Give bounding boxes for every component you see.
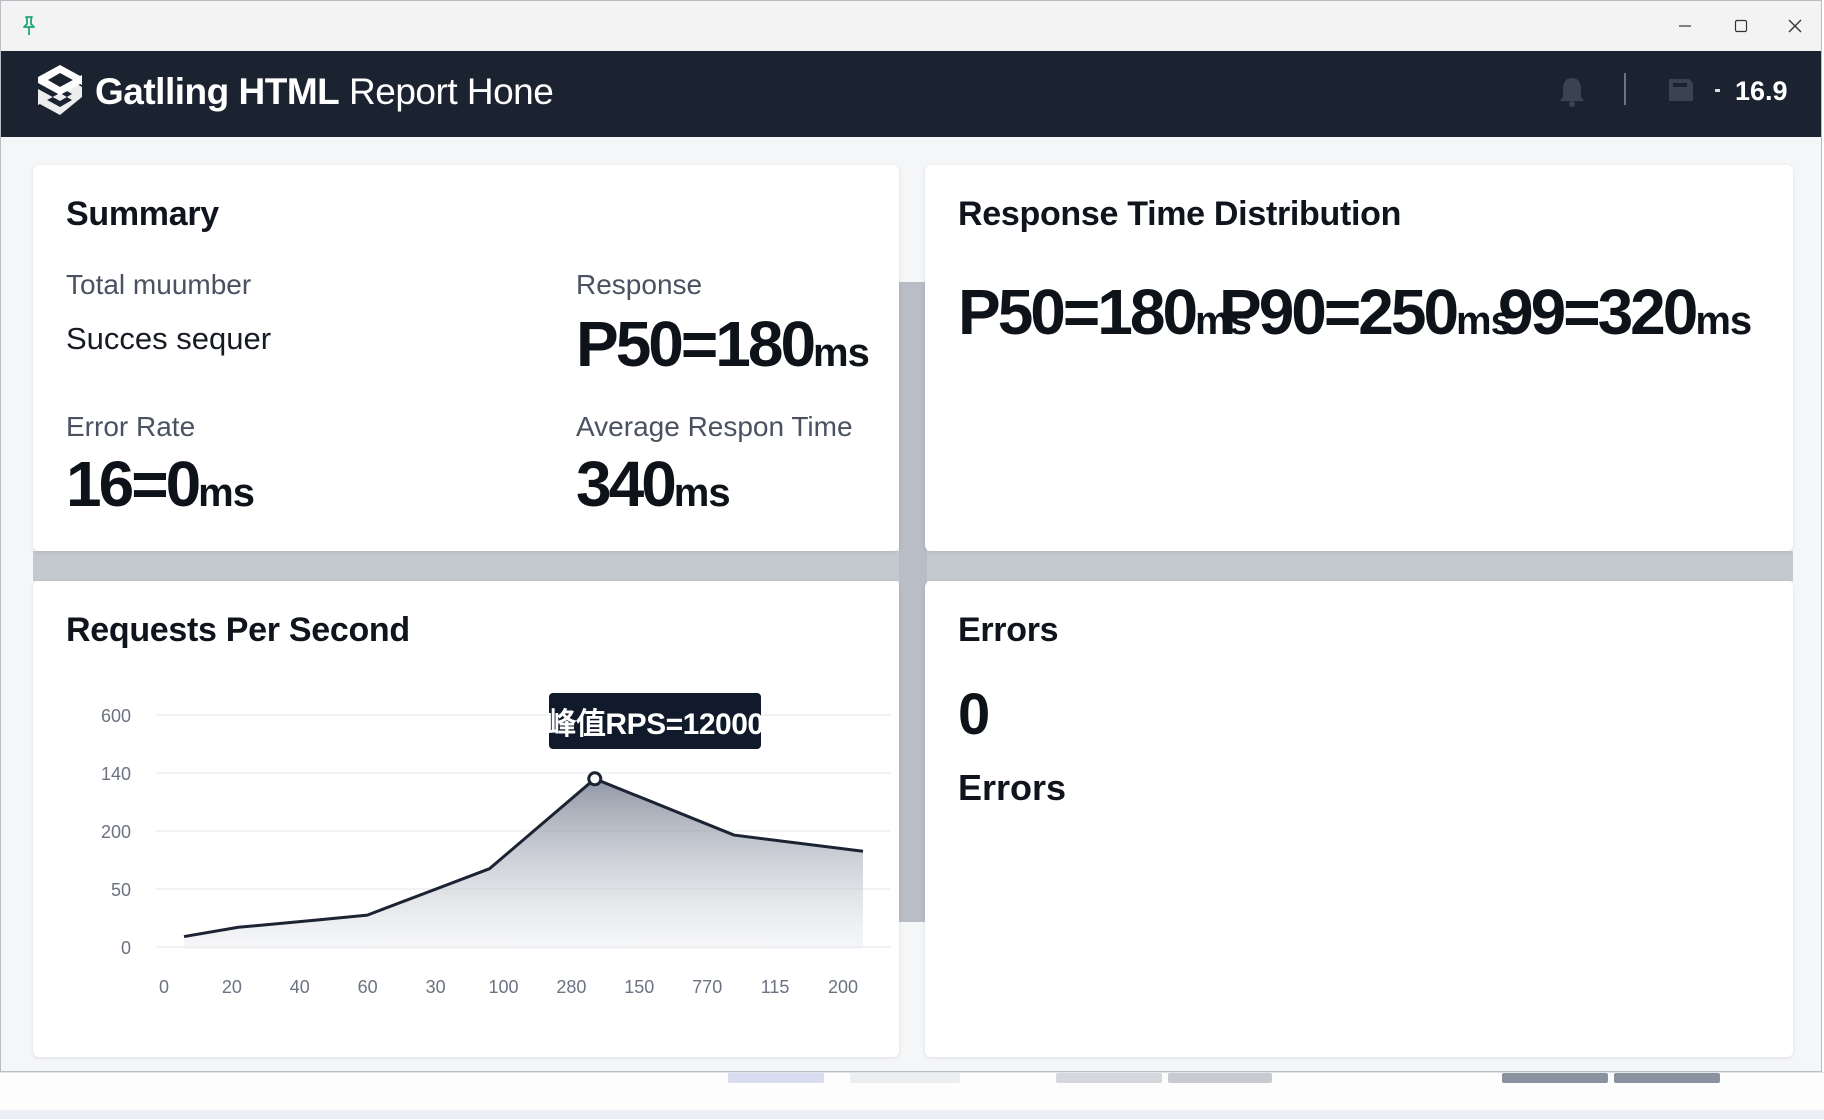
y-tick-label: 200 [101, 822, 131, 842]
dashboard-gutter-vertical [899, 282, 927, 922]
peak-rps-tooltip: 峰值RPS=12000 [546, 693, 764, 749]
rps-peak-point [587, 771, 603, 787]
app-title-suffix: Report Hone [349, 71, 554, 112]
x-tick-label: 40 [290, 977, 310, 997]
average-response-label: Average Respon Time [576, 411, 853, 442]
taskbar-item[interactable] [850, 1073, 960, 1083]
gatling-logo-icon [35, 63, 85, 117]
header-divider [1624, 73, 1626, 105]
p90-value: P90=250ms [1219, 275, 1513, 349]
errors-title: Errors [958, 611, 1059, 649]
y-tick-label: 140 [101, 764, 131, 784]
version-separator-dot [1715, 89, 1720, 92]
x-tick-label: 280 [556, 977, 586, 997]
response-unit: ms [813, 331, 870, 375]
summary-title: Summary [66, 195, 219, 233]
distribution-title: Response Time Distribution [958, 195, 1402, 233]
x-tick-label: 100 [488, 977, 518, 997]
rps-title: Requests Per Second [66, 611, 410, 649]
version-label: 16.9 [1735, 76, 1788, 106]
x-tick-label: 60 [358, 977, 378, 997]
x-tick-label: 150 [624, 977, 654, 997]
rps-card: Requests Per Second 600 140 200 50 0 0 20 40 60 3… [33, 581, 899, 1057]
taskbar-item[interactable] [728, 1073, 824, 1083]
response-number: P50=180 [576, 308, 816, 380]
distribution-card: Response Time Distribution P50=180ms P90… [925, 165, 1793, 551]
app-title: Gatlling HTML Report Hone [95, 71, 554, 113]
x-tick-label: 115 [761, 977, 790, 997]
maximize-icon[interactable] [1721, 9, 1761, 43]
taskbar-item[interactable] [1056, 1073, 1162, 1083]
screen-bottom-edge [0, 1110, 1824, 1119]
taskbar-item[interactable] [1168, 1073, 1272, 1083]
error-rate-number: 16=0 [66, 448, 201, 520]
p99-unit: ms [1695, 299, 1752, 343]
bell-icon[interactable] [1557, 75, 1587, 109]
p50-number: P50=180 [958, 276, 1198, 348]
errors-count-label: Errors [958, 767, 1067, 808]
x-tick-label: 770 [692, 977, 722, 997]
pin-icon[interactable] [19, 15, 39, 37]
response-label: Response [576, 269, 703, 300]
dashboard-content: Summary Total muumber Succes sequer Erro… [1, 137, 1821, 1071]
taskbar-item[interactable] [1614, 1073, 1720, 1083]
x-tick-label: 20 [222, 977, 242, 997]
app-title-brand: Gatlling [95, 71, 229, 112]
p90-number: P90=250 [1219, 276, 1459, 348]
p99-number: 99=320 [1498, 276, 1698, 348]
x-tick-label: 30 [426, 977, 446, 997]
app-header: Gatlling HTML Report Hone 16.9 [1, 51, 1821, 137]
y-tick-label: 50 [111, 880, 131, 900]
app-title-html: HTML [238, 71, 340, 112]
error-rate-label: Error Rate [66, 411, 196, 442]
total-number-label: Total muumber [66, 269, 252, 300]
errors-card: Errors 0 Errors [925, 581, 1793, 1057]
error-rate-unit: ms [198, 471, 255, 515]
summary-card: Summary Total muumber Succes sequer Erro… [33, 165, 899, 551]
average-response-unit: ms [673, 471, 731, 515]
x-tick-label: 200 [828, 977, 858, 997]
taskbar-item[interactable] [1502, 1073, 1608, 1083]
window-titlebar [1, 1, 1821, 51]
y-tick-label: 0 [121, 938, 131, 958]
p50-value: P50=180ms [958, 275, 1252, 349]
close-icon[interactable] [1775, 9, 1815, 43]
errors-count: 0 [958, 682, 991, 747]
minimize-icon[interactable] [1665, 9, 1705, 43]
database-icon[interactable] [1665, 73, 1697, 105]
success-label: Succes sequer [66, 321, 272, 356]
average-response-value: 340ms [576, 447, 731, 521]
x-tick-label: 0 [159, 977, 169, 997]
response-value: P50=180ms [576, 307, 870, 381]
p99-value: 99=320ms [1498, 275, 1752, 349]
rps-chart: 600 140 200 50 0 0 20 40 60 30 100 280 150 770 115 200 [101, 706, 891, 997]
average-response-number: 340 [576, 448, 677, 520]
y-tick-label: 600 [101, 706, 131, 726]
error-rate-value: 16=0ms [66, 447, 255, 521]
app-window: Gatlling HTML Report Hone 16.9 Summary T… [0, 0, 1822, 1072]
